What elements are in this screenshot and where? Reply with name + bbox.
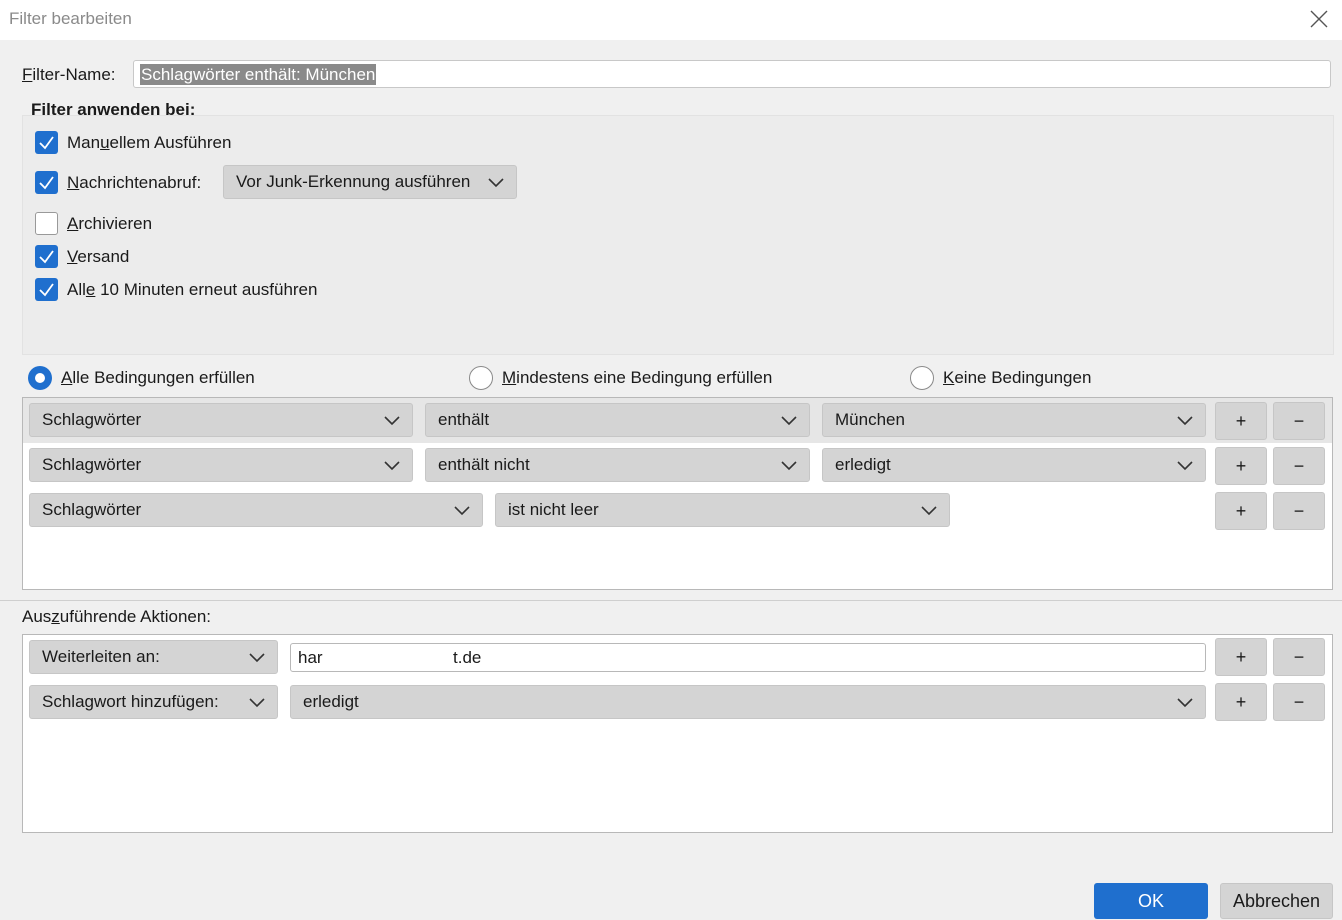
- check-icon: [39, 250, 54, 264]
- periodic-checkbox[interactable]: [35, 278, 58, 301]
- match-all-radio[interactable]: [28, 366, 52, 390]
- chevron-down-icon: [781, 461, 797, 471]
- add-action-button[interactable]: +: [1215, 683, 1267, 721]
- forward-address-input[interactable]: har t.de: [290, 643, 1206, 672]
- chevron-down-icon: [249, 653, 265, 663]
- fetch-checkbox[interactable]: [35, 171, 58, 194]
- condition-operator-dropdown[interactable]: enthält: [425, 403, 810, 437]
- action-type-value: Weiterleiten an:: [42, 647, 160, 666]
- chevron-down-icon: [781, 416, 797, 426]
- chevron-down-icon: [384, 416, 400, 426]
- filter-name-value: Schlagwörter enthält: München: [140, 64, 377, 85]
- remove-condition-button[interactable]: −: [1273, 447, 1325, 485]
- chevron-down-icon: [384, 461, 400, 471]
- close-icon: [1310, 10, 1328, 28]
- match-any-label: Mindestens eine Bedingung erfüllen: [502, 368, 773, 387]
- condition-attribute-value: Schlagwörter: [42, 410, 142, 429]
- remove-condition-button[interactable]: −: [1273, 492, 1325, 530]
- remove-condition-button[interactable]: −: [1273, 402, 1325, 440]
- condition-attribute-value: Schlagwörter: [42, 500, 142, 519]
- close-button[interactable]: [1304, 4, 1334, 34]
- condition-value-dropdown[interactable]: erledigt: [822, 448, 1206, 482]
- match-all-label: Alle Bedingungen erfüllen: [61, 368, 255, 387]
- chevron-down-icon: [488, 178, 504, 188]
- match-any-radio[interactable]: [469, 366, 493, 390]
- add-condition-button[interactable]: +: [1215, 492, 1267, 530]
- add-condition-button[interactable]: +: [1215, 402, 1267, 440]
- condition-attribute-value: Schlagwörter: [42, 455, 142, 474]
- fetch-timing-value: Vor Junk-Erkennung ausführen: [236, 172, 471, 191]
- match-none-label: Keine Bedingungen: [943, 368, 1092, 387]
- check-icon: [39, 176, 54, 190]
- forward-address-part-1: har: [298, 648, 323, 667]
- ok-button[interactable]: OK: [1094, 883, 1208, 919]
- periodic-label: Alle 10 Minuten erneut ausführen: [67, 280, 318, 299]
- condition-operator-dropdown[interactable]: enthält nicht: [425, 448, 810, 482]
- window-title: Filter bearbeiten: [9, 9, 132, 28]
- chevron-down-icon: [1177, 698, 1193, 708]
- filter-name-input[interactable]: Schlagwörter enthält: München: [133, 60, 1331, 88]
- fetch-label: Nachrichtenabruf:: [67, 173, 202, 192]
- remove-action-button[interactable]: −: [1273, 638, 1325, 676]
- actions-heading: Auszuführende Aktionen:: [22, 607, 212, 626]
- tag-value-dropdown[interactable]: erledigt: [290, 685, 1206, 719]
- chevron-down-icon: [921, 506, 937, 516]
- add-action-button[interactable]: +: [1215, 638, 1267, 676]
- archive-label: Archivieren: [67, 214, 153, 233]
- match-none-radio[interactable]: [910, 366, 934, 390]
- filter-name-label: Filter-Name:: [22, 65, 116, 84]
- condition-operator-dropdown[interactable]: ist nicht leer: [495, 493, 950, 527]
- chevron-down-icon: [454, 506, 470, 516]
- condition-value-dropdown[interactable]: München: [822, 403, 1206, 437]
- archive-checkbox[interactable]: [35, 212, 58, 235]
- action-type-dropdown[interactable]: Schlagwort hinzufügen:: [29, 685, 278, 719]
- title-bar: Filter bearbeiten: [0, 0, 1342, 40]
- chevron-down-icon: [249, 698, 265, 708]
- check-icon: [39, 283, 54, 297]
- fetch-timing-dropdown[interactable]: Vor Junk-Erkennung ausführen: [223, 165, 517, 199]
- remove-action-button[interactable]: −: [1273, 683, 1325, 721]
- manual-run-checkbox[interactable]: [35, 131, 58, 154]
- chevron-down-icon: [1177, 416, 1193, 426]
- condition-operator-value: ist nicht leer: [508, 500, 599, 519]
- send-label: Versand: [67, 247, 130, 266]
- tag-value-text: erledigt: [303, 692, 359, 711]
- send-checkbox[interactable]: [35, 245, 58, 268]
- chevron-down-icon: [1177, 461, 1193, 471]
- condition-value-text: erledigt: [835, 455, 891, 474]
- forward-address-part-2: t.de: [453, 648, 482, 667]
- cancel-button[interactable]: Abbrechen: [1220, 883, 1333, 919]
- condition-attribute-dropdown[interactable]: Schlagwörter: [29, 403, 413, 437]
- section-divider: [0, 600, 1342, 601]
- action-type-value: Schlagwort hinzufügen:: [42, 692, 219, 711]
- condition-attribute-dropdown[interactable]: Schlagwörter: [29, 493, 483, 527]
- condition-operator-value: enthält: [438, 410, 490, 429]
- condition-value-text: München: [835, 410, 905, 429]
- condition-operator-value: enthält nicht: [438, 455, 530, 474]
- manual-run-label: Manuellem Ausführen: [67, 133, 232, 152]
- add-condition-button[interactable]: +: [1215, 447, 1267, 485]
- condition-attribute-dropdown[interactable]: Schlagwörter: [29, 448, 413, 482]
- action-type-dropdown[interactable]: Weiterleiten an:: [29, 640, 278, 674]
- check-icon: [39, 136, 54, 150]
